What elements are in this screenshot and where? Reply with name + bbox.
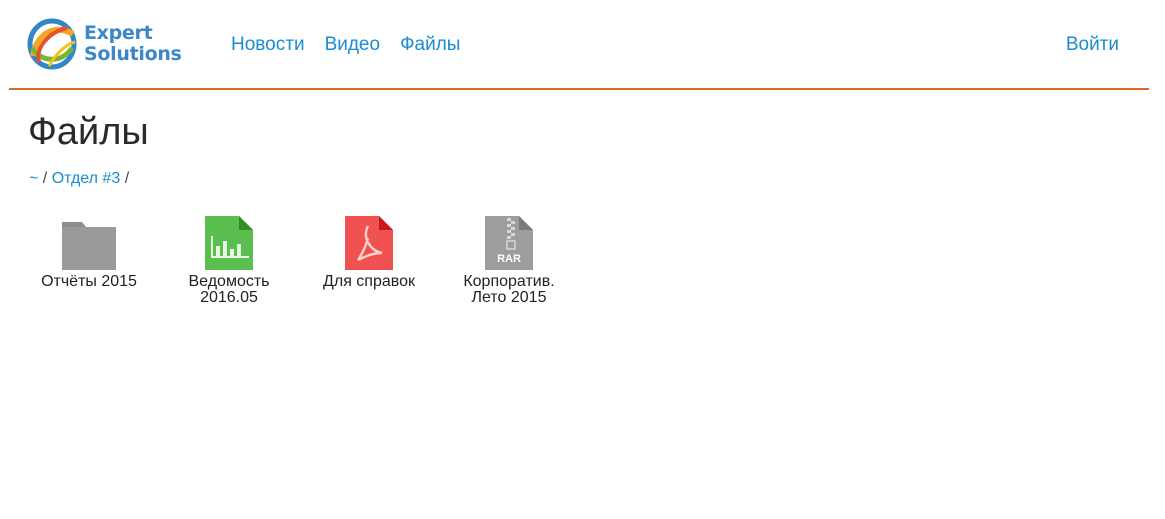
file-item-folder[interactable]: Отчёты 2015: [19, 214, 159, 306]
page: Expert Solutions Новости Видео Файлы Вой…: [0, 0, 1165, 519]
breadcrumb: ~ / Отдел #3 /: [29, 169, 129, 189]
nav-link-news[interactable]: Новости: [231, 33, 305, 57]
breadcrumb-separator: /: [124, 170, 130, 187]
file-label: Ведомость 2016.05: [188, 273, 270, 306]
logo-icon: [27, 18, 77, 70]
nav-link-files[interactable]: Файлы: [400, 33, 460, 57]
file-label: Корпоратив. Лето 2015: [463, 273, 555, 306]
nav-link-video[interactable]: Видео: [325, 33, 381, 57]
file-item-archive[interactable]: RAR Корпоратив. Лето 2015: [439, 214, 579, 306]
main-nav: Новости Видео Файлы: [231, 33, 460, 57]
page-title: Файлы: [28, 111, 149, 153]
login-link[interactable]: Войти: [1066, 33, 1119, 57]
file-label: Для справок: [323, 273, 415, 290]
folder-icon: [61, 214, 117, 270]
breadcrumb-separator: /: [42, 170, 48, 187]
rar-label: RAR: [497, 253, 521, 265]
rar-archive-icon: RAR: [481, 214, 537, 270]
site-header: Expert Solutions Новости Видео Файлы Вой…: [9, 0, 1149, 90]
pdf-icon: [341, 214, 397, 270]
spreadsheet-icon: [201, 214, 257, 270]
breadcrumb-folder-link[interactable]: Отдел #3: [52, 170, 121, 187]
file-label: Отчёты 2015: [41, 273, 137, 290]
file-grid: Отчёты 2015 Ведомость 2016.05 Для справо…: [19, 214, 579, 306]
logo-text: Expert Solutions: [84, 23, 182, 65]
logo-text-line1: Expert: [84, 22, 153, 44]
file-item-pdf[interactable]: Для справок: [299, 214, 439, 306]
logo-text-line2: Solutions: [84, 43, 182, 65]
file-item-spreadsheet[interactable]: Ведомость 2016.05: [159, 214, 299, 306]
breadcrumb-root-link[interactable]: ~: [29, 170, 38, 187]
logo[interactable]: Expert Solutions: [27, 18, 187, 74]
